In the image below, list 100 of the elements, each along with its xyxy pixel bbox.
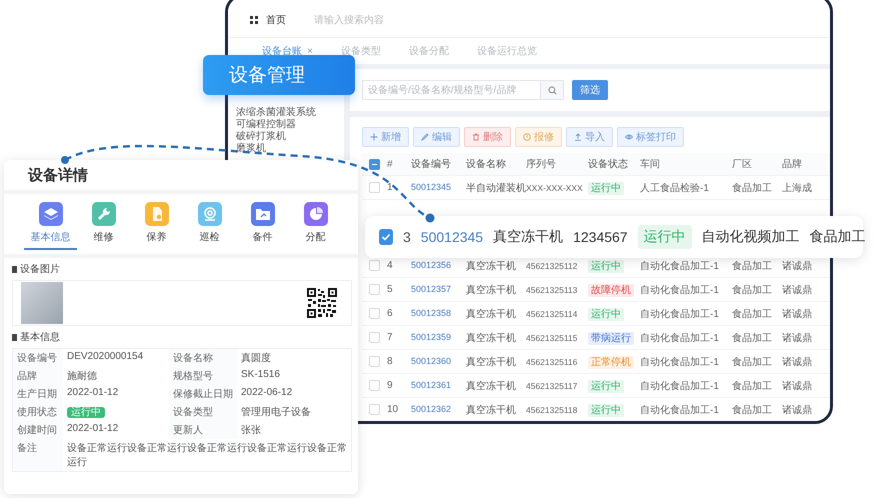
field-value: 真圆度 (240, 352, 272, 366)
field-value: 2022-01-12 (66, 386, 120, 400)
section-heading: 基本信息 (12, 330, 352, 344)
grid-icon[interactable] (250, 16, 258, 24)
device-code-link[interactable]: 50012345 (420, 229, 484, 245)
status-tag: 运行中 (588, 182, 624, 194)
table-cell-text: 上海成 (781, 182, 809, 194)
field-value: 张张 (240, 424, 262, 438)
status-tag: 运行中 (588, 380, 624, 392)
field-value: SK-1516 (240, 368, 281, 382)
detail-tab[interactable]: 备件 (236, 202, 289, 250)
table-cell-text: 诸诚鼎 (781, 260, 809, 272)
device-code-link[interactable]: 50012356 (411, 260, 452, 270)
home-link[interactable]: 首页 (266, 13, 286, 27)
table-cell-text: 自动化食品加工-1 (639, 284, 720, 296)
toolbar-button[interactable]: 标签打印 (617, 127, 684, 147)
column-header: 序列号 (525, 158, 557, 171)
status-tag: 运行中 (588, 404, 624, 416)
alert-icon (523, 133, 531, 141)
field-value: DEV2020000154 (66, 350, 144, 364)
module-title-banner: 设备管理 (203, 55, 355, 95)
device-code-link[interactable]: 50012362 (411, 404, 452, 414)
table-cell-text: 食品加工 (731, 380, 773, 392)
table-cell-text: 6 (386, 308, 394, 319)
table-cell-text: 45621325115 (525, 332, 578, 342)
table-cell-text: 8 (386, 356, 394, 367)
filter-search-field[interactable]: 设备编号/设备名称/规格型号/品牌 (362, 80, 540, 100)
table-cell-text: 真空冻干机 (465, 260, 517, 272)
field-value: 2022-06-12 (240, 386, 294, 400)
detail-tab[interactable]: 基本信息 (24, 202, 77, 250)
status-tag: 带病运行 (588, 332, 634, 344)
toolbar-button[interactable]: 编辑 (413, 127, 460, 147)
field-label: 备注 (13, 439, 63, 471)
table-cell-text: 真空冻干机 (465, 308, 517, 320)
toolbar-button[interactable]: 新增 (362, 127, 409, 147)
qr-code-icon (307, 288, 337, 318)
table-cell-text: XXX-XXX-XXX (526, 182, 584, 192)
select-all-checkbox[interactable] (369, 158, 380, 170)
device-code-link[interactable]: 50012360 (411, 356, 452, 366)
device-code-link[interactable]: 50012357 (411, 284, 452, 294)
row-number: 3 (403, 229, 411, 245)
photo-placeholder (21, 282, 63, 324)
status-tag: 运行中 (588, 260, 624, 272)
status-tag: 运行中 (588, 308, 624, 320)
column-header: 厂区 (731, 158, 753, 171)
checkmark-icon (380, 231, 392, 243)
field-value: 设备正常运行设备正常运行设备正常运行设备正常运行设备正常运行 (66, 442, 348, 470)
trash-icon (472, 133, 480, 141)
field-label: 创建时间 (13, 421, 63, 439)
table-cell-text: 45621325118 (525, 404, 578, 414)
section-heading: 设备图片 (12, 262, 352, 276)
table-cell-text: 自动化食品加工-1 (639, 332, 720, 344)
column-header: 设备名称 (465, 158, 507, 171)
device-code-link[interactable]: 50012359 (411, 332, 452, 342)
sidebar-item[interactable]: 破碎打浆机 (236, 131, 344, 143)
device-code-link[interactable]: 50012345 (411, 182, 452, 192)
detail-tab[interactable]: 保养 (130, 202, 183, 250)
plus-icon (370, 133, 378, 141)
filter-button[interactable]: 筛选 (572, 80, 608, 100)
status-tag: 运行中 (638, 225, 692, 249)
table-cell-text: 诸诚鼎 (781, 356, 809, 368)
table-cell-text: 45621325112 (525, 260, 578, 270)
field-label: 品牌 (13, 367, 63, 385)
device-code-link[interactable]: 50012361 (411, 380, 452, 390)
column-header: 设备状态 (587, 158, 629, 171)
table-cell-text: 5 (386, 284, 394, 295)
table-cell-text: 真空冻干机 (465, 284, 517, 296)
table-cell-text: 自动化食品加工-1 (639, 308, 720, 320)
sidebar-item[interactable]: 浓缩杀菌灌装系统 (236, 107, 344, 119)
detail-tab[interactable]: 维修 (77, 202, 130, 250)
plant-area: 食品加工 (810, 228, 866, 246)
tab[interactable]: 设备台账 × (262, 44, 313, 58)
detail-title: 设备详情 (4, 160, 358, 190)
table-cell-text: 人工食品检验-1 (639, 182, 710, 194)
status-tag: 故障停机 (588, 284, 634, 296)
sidebar-item[interactable]: 可编程控制器 (236, 119, 344, 131)
table-cell-text: 自动化食品加工-1 (639, 356, 720, 368)
table-cell-text: 1 (386, 182, 394, 193)
table-cell-text: 食品加工 (731, 260, 773, 272)
detail-tab[interactable]: 分配 (289, 202, 342, 250)
table-cell-text: 10 (386, 404, 400, 415)
column-header: 品牌 (781, 158, 803, 171)
toolbar-button[interactable]: 删除 (464, 127, 511, 147)
table-cell-text: 自动化食品加工-1 (639, 380, 720, 392)
column-header: 设备编号 (410, 158, 452, 171)
toolbar-button[interactable]: 导入 (566, 127, 613, 147)
table-cell-text: 诸诚鼎 (781, 404, 809, 416)
table-cell-text: 自动化食品加工-1 (639, 260, 720, 272)
table-cell-text: 真空冻干机 (465, 380, 517, 392)
device-code-link[interactable]: 50012358 (411, 308, 452, 318)
field-label: 设备编号 (13, 349, 63, 367)
table-cell-text: 9 (386, 380, 394, 391)
field-label: 设备类型 (169, 403, 237, 421)
detail-tab[interactable]: 巡检 (183, 202, 236, 250)
row-checkbox[interactable] (379, 229, 393, 245)
table-cell-text: 食品加工 (731, 284, 773, 296)
search-button[interactable] (540, 80, 564, 100)
field-label: 规格型号 (169, 367, 237, 385)
table-cell-text: 食品加工 (731, 332, 773, 344)
pencil-icon (421, 133, 429, 141)
